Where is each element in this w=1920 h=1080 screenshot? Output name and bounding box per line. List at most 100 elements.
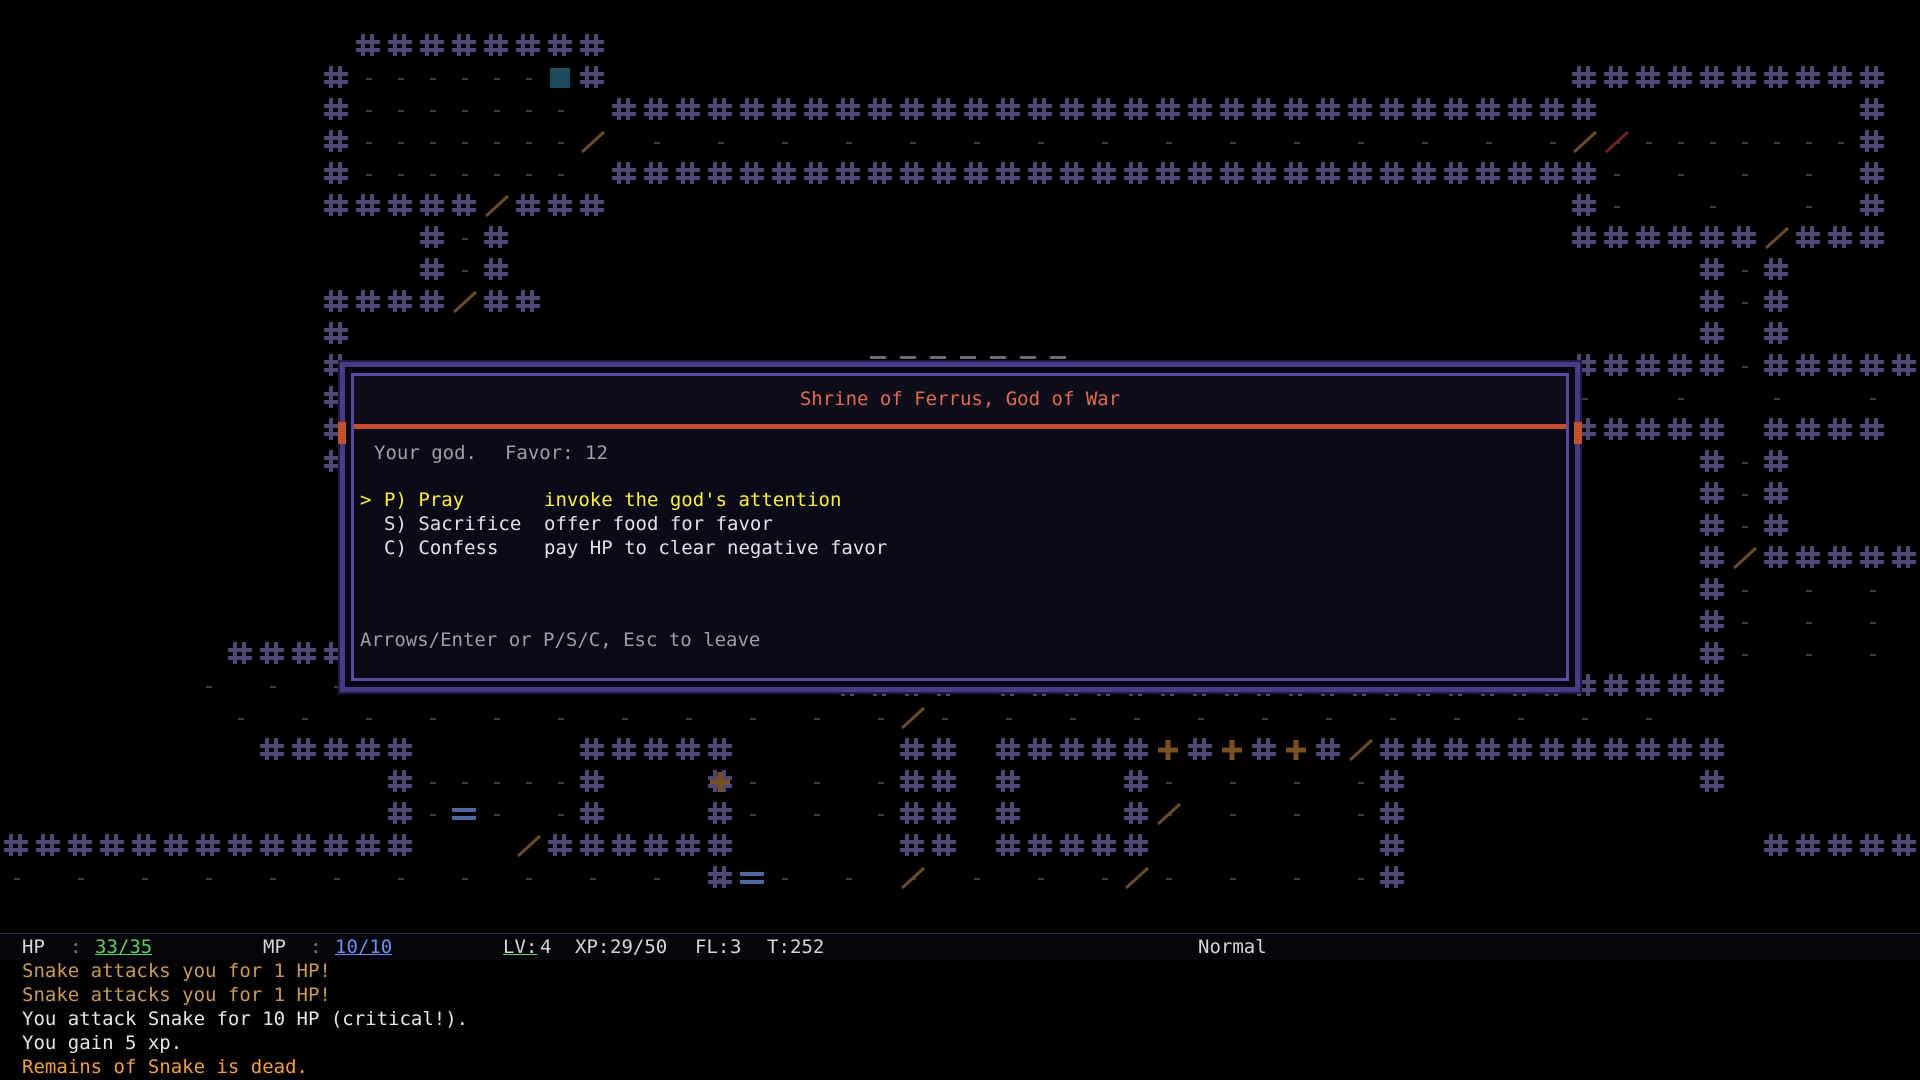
wall-tile: [1380, 98, 1404, 120]
wall-tile: [1604, 66, 1628, 88]
wall-tile: [612, 162, 636, 184]
floor-tile: [558, 718, 564, 720]
wall-tile: [900, 738, 924, 760]
option-sacrifice[interactable]: S) Sacrifice offer food for favor: [360, 512, 887, 536]
wall-tile: [516, 194, 540, 216]
wall-tile: [228, 642, 252, 664]
floor-tile: [1742, 622, 1748, 624]
floor-tile: [430, 110, 436, 112]
wall-tile: [1540, 162, 1564, 184]
wall-tile: [356, 738, 380, 760]
floor-tile: [1582, 398, 1588, 400]
wall-tile: [1028, 98, 1052, 120]
wall-tile: [708, 866, 732, 888]
wall-tile: [1540, 98, 1564, 120]
floor-tile: [1166, 782, 1172, 784]
wall-tile: [1700, 354, 1724, 376]
wall-tile: [1572, 98, 1596, 120]
wall-tile: [388, 194, 412, 216]
floor-tile: [590, 878, 596, 880]
floor-tile: [1774, 398, 1780, 400]
mp-value: 10/10: [335, 936, 393, 958]
wall-tile: [68, 834, 92, 856]
wall-tile: [1700, 66, 1724, 88]
wall-tile: [1764, 450, 1788, 472]
wall-tile: [1156, 98, 1180, 120]
floor-tile: [1038, 878, 1044, 880]
wall-tile: [452, 34, 476, 56]
floor-tile: [1294, 142, 1300, 144]
option-confess[interactable]: C) Confess pay HP to clear negative favor: [360, 536, 887, 560]
wall-tile: [1124, 834, 1148, 856]
wall-tile: [996, 770, 1020, 792]
floor-value: 3: [730, 936, 742, 958]
floor-tile: [462, 782, 468, 784]
wall-tile: [644, 834, 668, 856]
wall-tile: [484, 34, 508, 56]
floor-tile: [1294, 814, 1300, 816]
wall-tile: [580, 194, 604, 216]
mp-label: MP: [263, 936, 286, 958]
floor-tile: [1742, 174, 1748, 176]
wall-tile: [1476, 162, 1500, 184]
option-pray[interactable]: > P) Pray invoke the god's attention: [360, 488, 887, 512]
wall-tile: [1700, 738, 1724, 760]
floor-tile: [1678, 174, 1684, 176]
wall-tile: [356, 34, 380, 56]
message-log: Snake attacks you for 1 HP! Snake attack…: [22, 959, 468, 1079]
floor-tile: [1742, 142, 1748, 144]
floor-tile: [1742, 526, 1748, 528]
floor-tile: [494, 142, 500, 144]
floor-tile: [494, 782, 500, 784]
wall-tile: [1700, 674, 1724, 696]
wall-tile: [772, 162, 796, 184]
floor-tile: [814, 718, 820, 720]
floor-tile: [1230, 878, 1236, 880]
wall-tile: [1700, 642, 1724, 664]
wall-tile: [516, 34, 540, 56]
wall-tile: [676, 162, 700, 184]
wall-tile: [420, 226, 444, 248]
wall-tile: [1636, 418, 1660, 440]
floor-tile: [1614, 206, 1620, 208]
floor-tile: [398, 110, 404, 112]
altar-cross-icon: [1286, 740, 1306, 760]
wall-tile: [4, 834, 28, 856]
wall-tile: [1316, 162, 1340, 184]
title-bar-cap-left: [338, 422, 346, 444]
door-tile: [1604, 130, 1630, 154]
wall-tile: [388, 834, 412, 856]
wall-tile: [1124, 802, 1148, 824]
wall-tile: [1060, 834, 1084, 856]
floor-tile: [1742, 462, 1748, 464]
wall-tile: [1604, 226, 1628, 248]
wall-tile: [964, 162, 988, 184]
wall-tile: [1860, 162, 1884, 184]
wall-tile: [260, 738, 284, 760]
floor-tile: [1102, 878, 1108, 880]
floor-tile: [430, 78, 436, 80]
wall-tile: [1700, 610, 1724, 632]
floor-tile: [1006, 718, 1012, 720]
floor-tile: [462, 878, 468, 880]
wall-tile: [388, 738, 412, 760]
wall-tile: [1380, 866, 1404, 888]
wall-tile: [1828, 66, 1852, 88]
wall-tile: [1604, 674, 1628, 696]
floor-tile: [526, 142, 532, 144]
floor-tile: [1326, 718, 1332, 720]
wall-tile: [1220, 98, 1244, 120]
log-message: Snake attacks you for 1 HP!: [22, 984, 331, 1006]
floor-tile: [1166, 142, 1172, 144]
wall-tile: [1220, 162, 1244, 184]
floor-tile: [1358, 814, 1364, 816]
dash-mark: [990, 356, 1006, 359]
floor-tile: [558, 174, 564, 176]
option-cursor-slot: [360, 512, 380, 536]
wall-tile: [1796, 834, 1820, 856]
wall-tile: [932, 98, 956, 120]
floor-tile: [1294, 782, 1300, 784]
wall-tile: [324, 194, 348, 216]
wall-tile: [1604, 354, 1628, 376]
floor-tile: [814, 782, 820, 784]
